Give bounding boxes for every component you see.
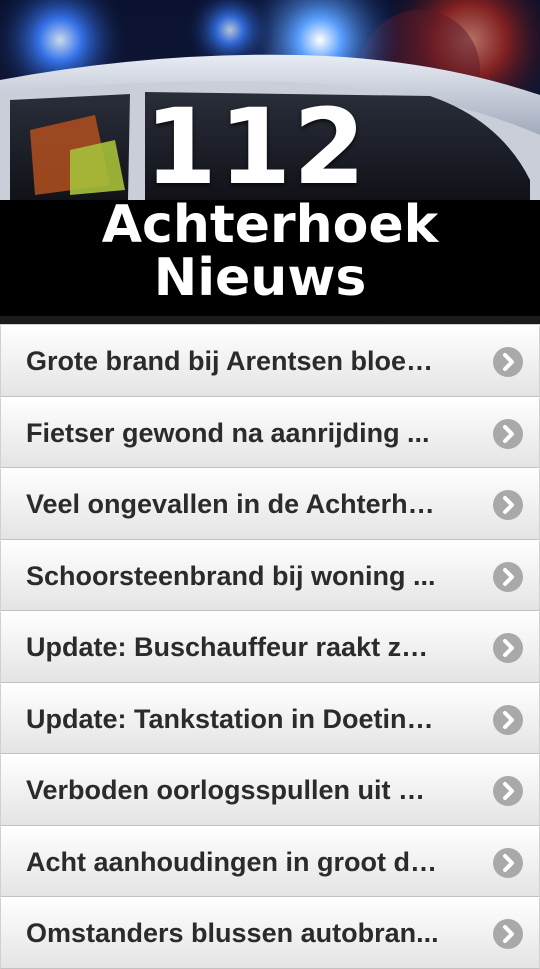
chevron-right-icon xyxy=(493,704,523,735)
news-title: Update: Buschauffeur raakt zw... xyxy=(26,632,439,662)
chevron-right-icon xyxy=(493,418,523,449)
news-title: Verboden oorlogsspullen uit w... xyxy=(26,775,439,805)
news-title: Omstanders blussen autobran... xyxy=(26,918,439,948)
news-item[interactable]: Grote brand bij Arentsen bloem... xyxy=(0,325,540,397)
news-title: Update: Tankstation in Doetinc... xyxy=(26,703,439,734)
news-item[interactable]: Veel ongevallen in de Achterho... xyxy=(0,468,540,540)
banner-title-line2: Nieuws xyxy=(153,248,367,308)
news-item[interactable]: Fietser gewond na aanrijding ... xyxy=(0,396,540,468)
chevron-right-icon xyxy=(493,776,523,806)
news-title: Acht aanhoudingen in groot dr... xyxy=(26,846,439,877)
news-item[interactable]: Verboden oorlogsspullen uit w... xyxy=(0,754,540,826)
news-title: Fietser gewond na aanrijding ... xyxy=(26,417,430,448)
app-banner: 112 Achterhoek Nieuws xyxy=(0,0,540,324)
news-title: Schoorsteenbrand bij woning ... xyxy=(26,560,436,591)
banner-number: 112 xyxy=(144,86,368,208)
news-item[interactable]: Update: Buschauffeur raakt zw... xyxy=(0,611,540,683)
news-item[interactable]: Acht aanhoudingen in groot dr... xyxy=(0,825,540,897)
news-item[interactable]: Schoorsteenbrand bij woning ... xyxy=(0,539,540,611)
chevron-right-icon xyxy=(493,561,523,592)
chevron-right-icon xyxy=(493,347,523,377)
chevron-right-icon xyxy=(493,919,523,949)
banner-title-line1: Achterhoek xyxy=(101,195,439,255)
chevron-right-icon xyxy=(493,633,523,663)
news-list: Grote brand bij Arentsen bloem... Fietse… xyxy=(0,324,540,969)
news-title: Veel ongevallen in de Achterho... xyxy=(26,489,439,519)
news-item[interactable]: Update: Tankstation in Doetinc... xyxy=(0,682,540,754)
news-title: Grote brand bij Arentsen bloem... xyxy=(26,346,439,376)
chevron-right-icon xyxy=(493,847,523,878)
news-item[interactable]: Omstanders blussen autobran... xyxy=(0,897,540,969)
chevron-right-icon xyxy=(493,490,523,520)
